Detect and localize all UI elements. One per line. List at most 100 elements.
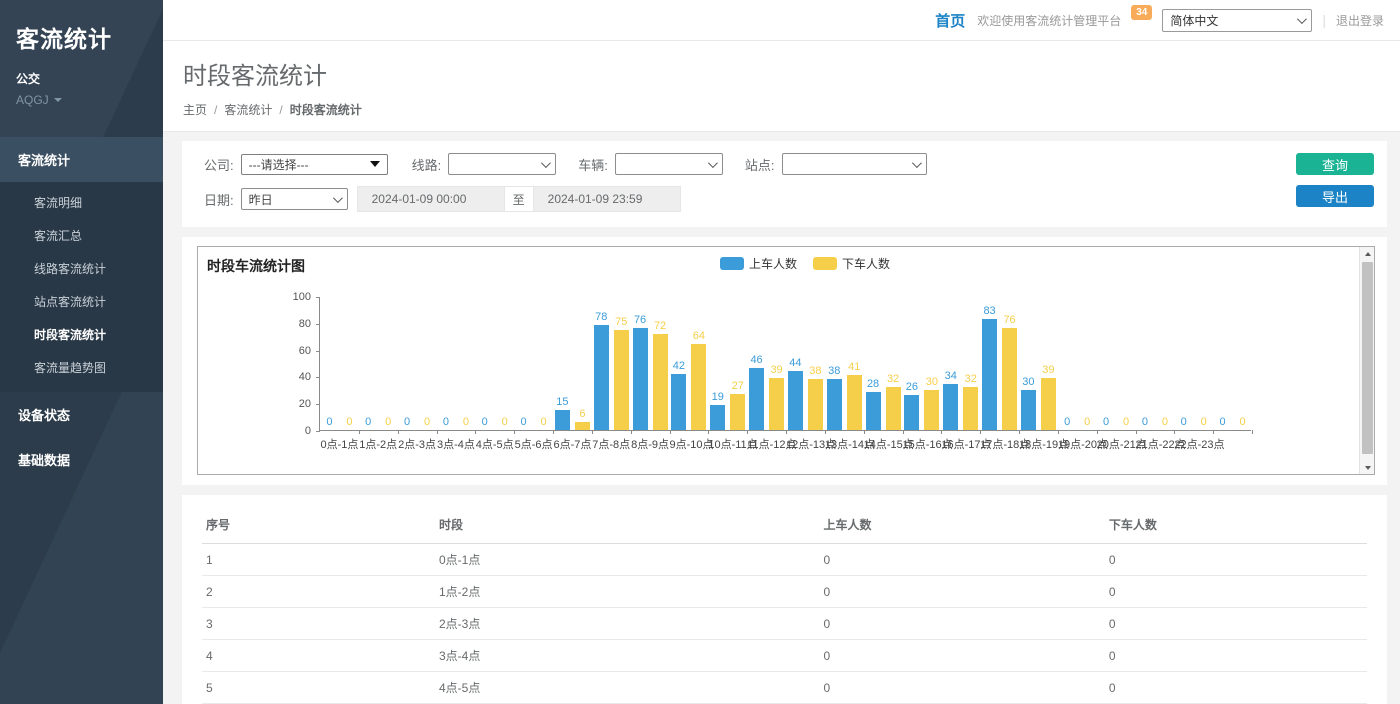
sidebar-subitem[interactable]: 客流明细 [0,186,163,219]
date-from-input[interactable]: 2024-01-09 00:00 [358,187,504,211]
date-preset-select[interactable]: 昨日 [241,188,348,210]
bar [924,390,939,430]
table-cell: 5 [202,672,435,704]
bar-column: 46 [749,355,764,430]
triangle-down-icon [1365,466,1371,470]
bar-column: 28 [866,379,881,430]
x-axis-label: 20点-21点 [1097,436,1136,452]
x-axis-label: 19点-20点 [1058,436,1097,452]
legend-item[interactable]: 下车人数 [813,255,890,272]
breadcrumb: 主页/客流统计/时段客流统计 [183,101,1380,118]
bar-column: 76 [633,315,648,430]
legend-swatch-icon [813,257,837,270]
sidebar-item-passenger-stats[interactable]: 客流统计 [0,137,163,182]
bar [653,334,668,430]
line-select[interactable] [448,153,556,175]
bar-column: 0 [1060,417,1075,430]
bar-group: 156 [553,297,592,430]
bar-value-label: 28 [867,379,879,390]
x-axis-tick [437,430,438,434]
x-axis-tick [553,430,554,434]
legend-item[interactable]: 上车人数 [720,255,797,272]
bar-group: 00 [359,297,398,430]
query-button[interactable]: 查询 [1296,153,1374,175]
x-axis-label: 18点-19点 [1019,436,1058,452]
x-axis-tick [1252,430,1253,434]
company-select[interactable]: ---请选择--- [241,154,388,175]
sidebar-subitem[interactable]: 站点客流统计 [0,285,163,318]
x-axis-tick [941,430,942,434]
bar-value-label: 0 [1142,417,1148,428]
logout-link[interactable]: 退出登录 [1336,12,1384,29]
sidebar: 客流统计 公交 AQGJ 客流统计 客流明细客流汇总线路客流统计站点客流统计时段… [0,0,163,704]
bar-column: 34 [943,371,958,430]
bar-group: 1927 [708,297,747,430]
bar-group: 7672 [631,297,670,430]
vehicle-select[interactable] [615,153,723,175]
breadcrumb-item[interactable]: 客流统计 [224,101,272,118]
bar-column: 0 [420,417,435,430]
bar-column: 0 [1235,417,1250,430]
bar-value-label: 78 [595,312,607,323]
scrollbar-thumb[interactable] [1362,262,1373,454]
table-row: 43点-4点00 [202,640,1367,672]
bar-value-label: 76 [1003,315,1015,326]
sidebar-item-device-status[interactable]: 设备状态 [0,392,163,437]
bar-value-label: 0 [443,417,449,428]
table-body: 10点-1点0021点-2点0032点-3点0043点-4点0054点-5点00… [202,544,1367,704]
bar-value-label: 76 [634,315,646,326]
x-axis-tick [825,430,826,434]
bar [691,344,706,430]
breadcrumb-item[interactable]: 主页 [183,101,207,118]
bar-column: 64 [691,331,706,430]
bar-group: 83 76 [980,297,1019,430]
bar-column: 0 [1157,417,1172,430]
scrollbar-up-arrow[interactable] [1360,247,1375,260]
main-area: 首页 欢迎使用客流统计管理平台 34 简体中文 | 退出登录 时段客流统计 主页… [163,0,1400,704]
sidebar-subitem[interactable]: 客流量趋势图 [0,351,163,384]
bar-value-label: 39 [1042,365,1054,376]
bar [788,371,803,430]
table-cell: 2 [202,576,435,608]
bar-column: 0 [1215,417,1230,430]
bar-value-label: 83 [983,306,995,317]
bar-column: 15 [555,397,570,430]
user-dropdown[interactable]: AQGJ [16,93,147,107]
date-to-input[interactable]: 2024-01-09 23:59 [534,187,680,211]
chevron-down-icon [708,158,718,168]
home-link[interactable]: 首页 [935,10,965,31]
station-label: 站点: [745,155,775,174]
bar-column: 44 [788,358,803,430]
sidebar-nav: 客流统计 客流明细客流汇总线路客流统计站点客流统计时段客流统计客流量趋势图 设备… [0,137,163,482]
x-axis-tick [1174,430,1175,434]
scrollbar-down-arrow[interactable] [1360,461,1375,474]
sidebar-item-base-data[interactable]: 基础数据 [0,437,163,482]
bar [633,328,648,430]
sidebar-subitem[interactable]: 客流汇总 [0,219,163,252]
x-axis-tick [398,430,399,434]
bar-group: 4438 [786,297,825,430]
sidebar-subitem[interactable]: 线路客流统计 [0,252,163,285]
legend-swatch-icon [720,257,744,270]
export-button[interactable]: 导出 [1296,185,1374,207]
topbar: 首页 欢迎使用客流统计管理平台 34 简体中文 | 退出登录 [163,0,1400,41]
bar-value-label: 0 [1181,417,1187,428]
bar [555,410,570,430]
bar [769,378,784,430]
x-axis-tick [708,430,709,434]
chart-scrollbar[interactable] [1359,247,1374,474]
filter-row-2: 日期: 昨日 2024-01-09 00:00 至 2024-01-09 23:… [204,186,1374,212]
sidebar-subitem[interactable]: 时段客流统计 [0,318,163,351]
bar-value-label: 46 [750,355,762,366]
bar-column: 0 [438,417,453,430]
bar-value-label: 0 [1084,417,1090,428]
y-axis-label: 40 [281,371,311,383]
bar-value-label: 42 [673,361,685,372]
chevron-down-icon [1297,14,1307,24]
language-select[interactable]: 简体中文 [1162,9,1312,32]
y-axis-label: 80 [281,318,311,330]
bar-column: 41 [847,362,862,430]
bar-column: 0 [516,417,531,430]
station-select[interactable] [782,153,927,175]
bar-column: 0 [477,417,492,430]
